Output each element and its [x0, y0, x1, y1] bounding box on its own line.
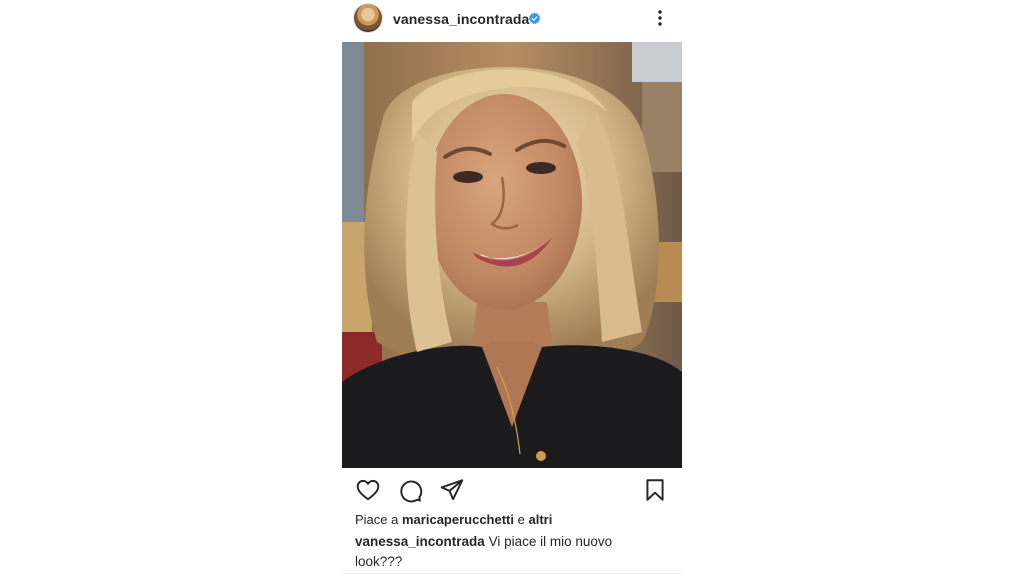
- comment-icon[interactable]: [397, 477, 423, 503]
- post-header: vanessa_incontrada: [342, 0, 682, 42]
- verified-badge-icon: [528, 12, 541, 25]
- post-photo[interactable]: [342, 42, 682, 468]
- bookmark-icon[interactable]: [642, 477, 668, 503]
- post-username[interactable]: vanessa_incontrada: [393, 11, 529, 27]
- instagram-post: vanessa_incontrada Piace a maricaperucch…: [342, 0, 682, 576]
- caption-username[interactable]: vanessa_incontrada: [355, 534, 485, 549]
- likes-line: Piace a maricaperucchetti e altri: [355, 512, 552, 527]
- liker-username[interactable]: maricaperucchetti: [402, 512, 514, 527]
- likes-prefix: Piace a: [355, 512, 399, 527]
- likes-connector: e: [517, 512, 525, 527]
- more-options-icon[interactable]: [650, 8, 670, 28]
- avatar[interactable]: [354, 4, 382, 32]
- divider: [342, 573, 682, 574]
- selfie-image: [342, 42, 682, 468]
- send-icon[interactable]: [439, 477, 465, 503]
- post-caption: vanessa_incontrada Vi piace il mio nuovo…: [355, 532, 655, 572]
- heart-icon[interactable]: [355, 477, 381, 503]
- post-actions: [342, 472, 682, 508]
- likes-others-link[interactable]: altri: [528, 512, 552, 527]
